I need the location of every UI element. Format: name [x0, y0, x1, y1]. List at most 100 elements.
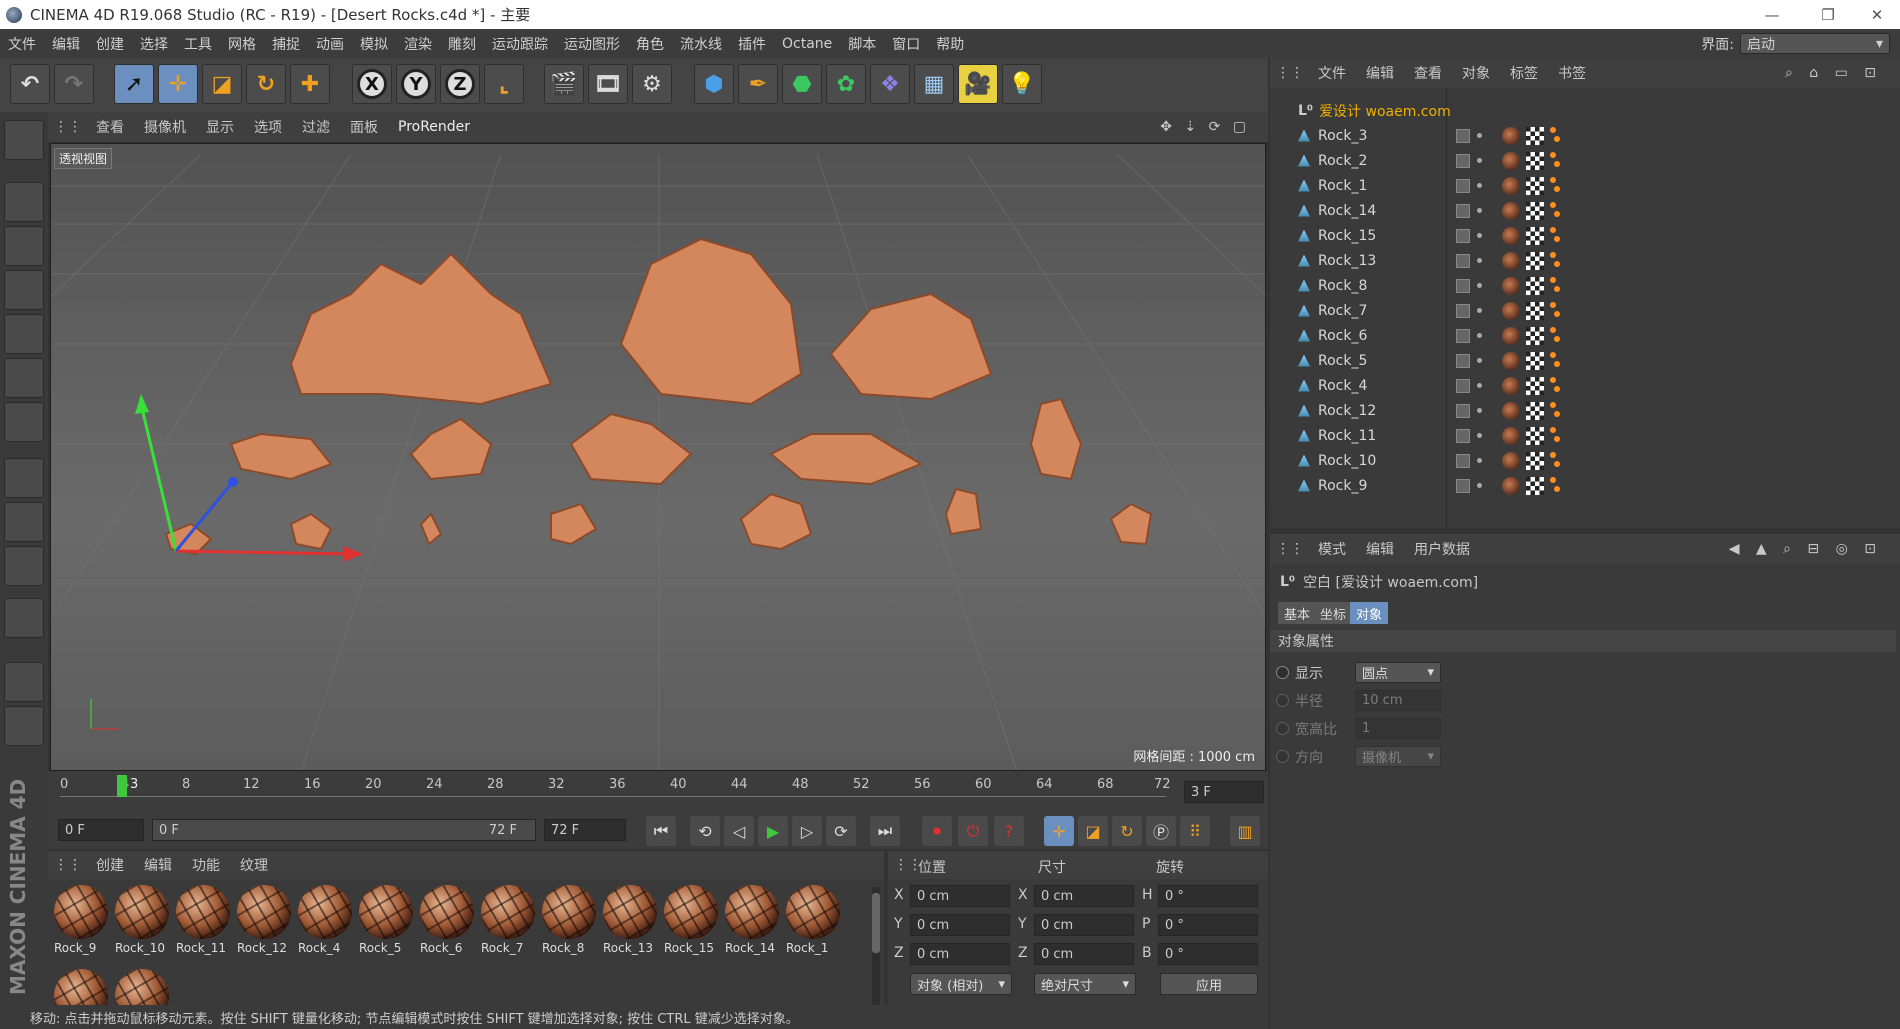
material-swatch[interactable]: Rock_11 [176, 885, 232, 959]
object-row[interactable]: Rock_1 [1276, 173, 1894, 198]
workplane-rotate-button[interactable] [4, 706, 44, 746]
menu-animate[interactable]: 动画 [308, 34, 352, 54]
previous-key-button[interactable]: ⟲ [690, 816, 720, 846]
phong-tag-icon[interactable] [1550, 127, 1560, 143]
material-tag-icon[interactable] [1502, 252, 1520, 270]
render-view-button[interactable]: 🎬 [544, 64, 584, 104]
material-swatch[interactable]: Rock_13 [603, 885, 659, 959]
layer-checkbox[interactable] [1456, 479, 1470, 493]
coordinate-mode-dropdown[interactable]: 对象 (相对) ▾ [910, 973, 1012, 995]
menu-help[interactable]: 帮助 [928, 34, 972, 54]
material-tag-icon[interactable] [1502, 352, 1520, 370]
minimize-button[interactable]: — [1749, 0, 1795, 29]
menu-mograph[interactable]: 运动图形 [556, 34, 628, 54]
timeline-window-button[interactable]: ▥ [1230, 816, 1260, 846]
phong-tag-icon[interactable] [1550, 327, 1560, 343]
menu-motion-tracking[interactable]: 运动跟踪 [484, 34, 556, 54]
workplane-button[interactable] [4, 270, 44, 310]
move-tool-button[interactable]: ✛ [158, 64, 198, 104]
visibility-dot[interactable] [1477, 258, 1482, 263]
render-settings-button[interactable]: ⚙ [632, 64, 672, 104]
uvw-tag-icon[interactable] [1526, 252, 1544, 270]
material-swatch[interactable]: Rock_14 [725, 885, 781, 959]
visibility-dot[interactable] [1477, 308, 1482, 313]
uvw-tag-icon[interactable] [1526, 227, 1544, 245]
close-button[interactable]: ✕ [1854, 0, 1900, 29]
layer-checkbox[interactable] [1456, 129, 1470, 143]
layer-checkbox[interactable] [1456, 254, 1470, 268]
size-y-input[interactable]: 0 cm [1034, 914, 1134, 936]
tweak-mode-button[interactable] [4, 502, 44, 542]
playhead-marker[interactable] [117, 775, 127, 797]
material-tag-icon[interactable] [1502, 327, 1520, 345]
apply-button[interactable]: 应用 [1160, 973, 1258, 995]
3d-viewport[interactable]: 网格间距 : 1000 cm [50, 143, 1266, 771]
phong-tag-icon[interactable] [1550, 152, 1560, 168]
uvw-tag-icon[interactable] [1526, 127, 1544, 145]
object-row[interactable]: Rock_14 [1276, 198, 1894, 223]
rotate-tool-button[interactable]: ↻ [246, 64, 286, 104]
menu-sculpt[interactable]: 雕刻 [440, 34, 484, 54]
tab-basic[interactable]: 基本 [1278, 602, 1317, 624]
key-parameter-button[interactable]: Ⓟ [1146, 816, 1176, 846]
objects-header-icons[interactable]: ⌕ ⌂ ▭ ⊡ [1775, 65, 1892, 81]
object-row[interactable]: Rock_2 [1276, 148, 1894, 173]
visibility-dot[interactable] [1477, 433, 1482, 438]
material-swatch[interactable]: Rock_6 [420, 885, 476, 959]
phong-tag-icon[interactable] [1550, 227, 1560, 243]
layout-dropdown[interactable]: 启动 ▾ [1740, 33, 1890, 54]
animate-radio[interactable] [1276, 750, 1289, 763]
attr-header-icons[interactable]: ◀ ▲ ⌕ ⊟ ◎ ⊡ [1719, 541, 1892, 557]
layer-checkbox[interactable] [1456, 429, 1470, 443]
pos-y-input[interactable]: 0 cm [910, 914, 1010, 936]
z-axis-button[interactable]: Z [440, 64, 480, 104]
make-editable-button[interactable] [4, 120, 44, 160]
viewport-menu-panel[interactable]: 面板 [340, 117, 388, 137]
key-position-button[interactable]: ✛ [1044, 816, 1074, 846]
tab-coordinates[interactable]: 坐标 [1314, 602, 1353, 624]
previous-frame-button[interactable]: ◁ [724, 816, 754, 846]
object-row[interactable]: Rock_11 [1276, 423, 1894, 448]
uvw-tag-icon[interactable] [1526, 427, 1544, 445]
uvw-tag-icon[interactable] [1526, 177, 1544, 195]
phong-tag-icon[interactable] [1550, 352, 1560, 368]
material-swatch[interactable]: Rock_8 [542, 885, 598, 959]
menu-pipeline[interactable]: 流水线 [672, 34, 730, 54]
material-swatch[interactable]: Rock_1 [786, 885, 842, 959]
rot-b-input[interactable]: 0 ° [1158, 943, 1258, 965]
record-keys-button[interactable]: ⏺ [922, 816, 952, 846]
objects-menu-tags[interactable]: 标签 [1500, 63, 1548, 83]
uvw-tag-icon[interactable] [1526, 452, 1544, 470]
scrollbar-thumb[interactable] [872, 893, 880, 953]
attr-menu-edit[interactable]: 编辑 [1356, 539, 1404, 559]
menu-simulate[interactable]: 模拟 [352, 34, 396, 54]
object-row[interactable]: Rock_4 [1276, 373, 1894, 398]
material-tag-icon[interactable] [1502, 302, 1520, 320]
object-row[interactable]: Rock_9 [1276, 473, 1894, 498]
material-menu-function[interactable]: 功能 [182, 855, 230, 875]
menu-file[interactable]: 文件 [0, 34, 44, 54]
viewport-menu-display[interactable]: 显示 [196, 117, 244, 137]
x-axis-button[interactable]: X [352, 64, 392, 104]
timeline[interactable]: 0 4 8 12 16 20 24 28 32 36 40 44 48 52 5… [48, 771, 1268, 811]
go-to-end-button[interactable]: ⏭ [870, 816, 900, 846]
maximize-button[interactable]: ❐ [1805, 0, 1851, 29]
phong-tag-icon[interactable] [1550, 177, 1560, 193]
menu-tools[interactable]: 工具 [176, 34, 220, 54]
visibility-dot[interactable] [1477, 133, 1482, 138]
object-row[interactable]: Rock_10 [1276, 448, 1894, 473]
floor-button[interactable]: ▦ [914, 64, 954, 104]
visibility-dot[interactable] [1477, 283, 1482, 288]
menu-window[interactable]: 窗口 [884, 34, 928, 54]
undo-button[interactable]: ↶ [10, 64, 50, 104]
animate-radio[interactable] [1276, 666, 1289, 679]
object-row[interactable]: Rock_13 [1276, 248, 1894, 273]
objects-menu-view[interactable]: 查看 [1404, 63, 1452, 83]
objects-menu-file[interactable]: 文件 [1308, 63, 1356, 83]
material-swatch[interactable]: Rock_5 [359, 885, 415, 959]
menu-select[interactable]: 选择 [132, 34, 176, 54]
pen-spline-button[interactable]: ✒ [738, 64, 778, 104]
phong-tag-icon[interactable] [1550, 427, 1560, 443]
menu-edit[interactable]: 编辑 [44, 34, 88, 54]
snap-button[interactable] [4, 598, 44, 638]
